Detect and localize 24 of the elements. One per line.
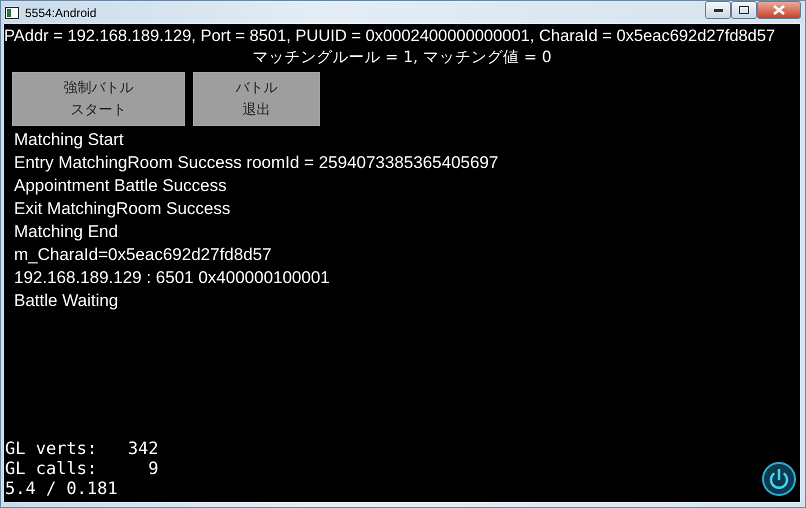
log-line: Appointment Battle Success	[14, 175, 228, 197]
stats-line: GL calls: 9	[5, 459, 160, 479]
close-icon	[773, 5, 785, 15]
stats-line: 5.4 / 0.181	[5, 479, 119, 499]
maximize-button[interactable]	[731, 1, 757, 19]
log-line: m_CharaId=0x5eac692d27fd8d57	[14, 244, 273, 266]
log-line: Matching End	[14, 221, 119, 243]
matching-info: マッチングルール = 1, マッチング値 = 0	[251, 47, 553, 67]
minimize-icon	[714, 8, 722, 12]
connection-info: PAddr = 192.168.189.129, Port = 8501, PUUID = 0x0002400000000001, CharaId = 0x5eac692d27fd8d57	[4, 26, 776, 47]
power-icon[interactable]	[762, 462, 796, 496]
battle-button[interactable]: 強制バトル スタート	[12, 72, 185, 126]
log-line: Battle Waiting	[14, 290, 120, 312]
log-line: Matching Start	[14, 129, 125, 151]
log-line: Entry MatchingRoom Success roomId = 2594073385365405697	[14, 152, 500, 174]
maximize-icon	[739, 6, 749, 14]
minimize-button[interactable]	[705, 1, 731, 19]
log-line: Exit MatchingRoom Success	[14, 198, 232, 220]
window-title: 5554:Android	[25, 6, 98, 20]
log-line: 192.168.189.129 : 6501 0x400000100001	[14, 267, 331, 289]
app-icon	[5, 6, 19, 20]
close-button[interactable]	[757, 1, 801, 19]
battle-button[interactable]: バトル 退出	[193, 72, 320, 126]
stats-line: GL verts: 342	[5, 439, 160, 459]
